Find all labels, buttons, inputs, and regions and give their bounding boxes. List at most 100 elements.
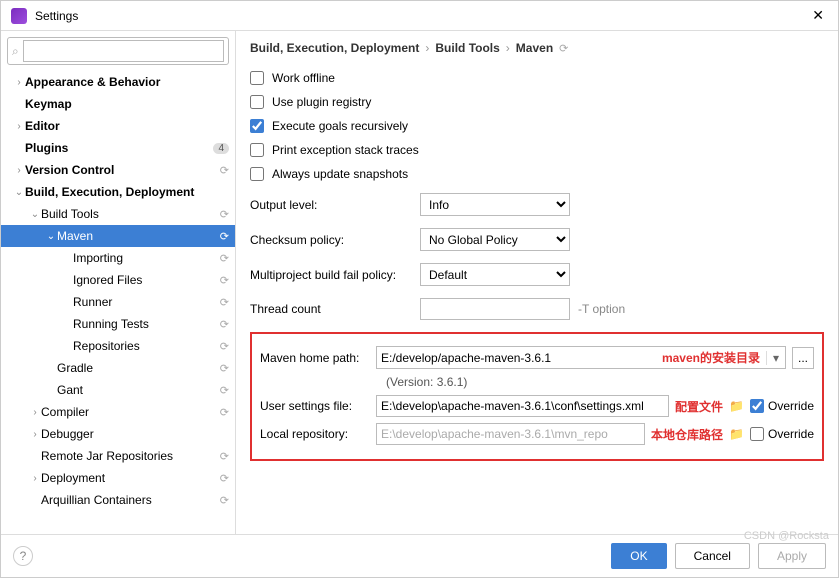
sidebar-item-label: Keymap [25,97,229,111]
sidebar-item-label: Importing [73,251,216,265]
plugin-registry-label: Use plugin registry [272,95,371,109]
apply-button[interactable]: Apply [758,543,826,569]
sidebar-item-label: Build, Execution, Deployment [25,185,229,199]
sidebar-item-label: Remote Jar Repositories [41,449,216,463]
multiproject-select[interactable]: Default [420,263,570,286]
repo-annotation: 本地仓库路径 [651,426,723,443]
maven-home-annotation: maven的安装目录 [662,349,766,366]
sidebar-item-label: Running Tests [73,317,216,331]
restart-icon: ⟳ [220,164,229,177]
sidebar-item-gradle[interactable]: Gradle⟳ [1,357,235,379]
print-stack-label: Print exception stack traces [272,143,419,157]
chevron-right-icon: › [506,41,510,55]
folder-icon[interactable]: 📁 [729,399,744,413]
maven-home-label: Maven home path: [260,351,370,365]
restart-icon: ⟳ [220,296,229,309]
crumb-1[interactable]: Build, Execution, Deployment [250,41,419,55]
checksum-label: Checksum policy: [250,233,420,247]
always-update-label: Always update snapshots [272,167,408,181]
output-level-select[interactable]: Info [420,193,570,216]
restart-icon: ⟳ [220,274,229,287]
settings-tree: ›Appearance & BehaviorKeymap›EditorPlugi… [1,71,235,534]
sidebar-item-runner[interactable]: Runner⟳ [1,291,235,313]
sidebar-item-maven[interactable]: ⌄Maven⟳ [1,225,235,247]
help-button[interactable]: ? [13,546,33,566]
thread-count-input[interactable] [420,298,570,320]
browse-home-button[interactable]: ... [792,347,814,369]
expander-icon[interactable]: ⌄ [45,231,57,242]
restart-icon: ⟳ [220,208,229,221]
sidebar-item-label: Compiler [41,405,216,419]
restart-icon: ⟳ [220,472,229,485]
restart-icon: ⟳ [220,252,229,265]
restart-icon: ⟳ [559,42,568,55]
execute-recursively-label: Execute goals recursively [272,119,408,133]
search-input[interactable] [23,40,224,62]
settings-annotation: 配置文件 [675,398,723,415]
sidebar-item-editor[interactable]: ›Editor [1,115,235,137]
sidebar-item-label: Deployment [41,471,216,485]
sidebar-item-keymap[interactable]: Keymap [1,93,235,115]
sidebar-item-debugger[interactable]: ›Debugger [1,423,235,445]
maven-home-combo[interactable]: maven的安装目录 ▾ [376,346,786,369]
sidebar-item-build-tools[interactable]: ⌄Build Tools⟳ [1,203,235,225]
sidebar-item-gant[interactable]: Gant ⟳ [1,379,235,401]
plugin-registry-checkbox[interactable] [250,95,264,109]
sidebar-item-compiler[interactable]: ›Compiler⟳ [1,401,235,423]
sidebar-item-plugins[interactable]: Plugins4 [1,137,235,159]
sidebar-item-arquillian-containers[interactable]: Arquillian Containers⟳ [1,489,235,511]
work-offline-checkbox[interactable] [250,71,264,85]
sidebar-item-label: Gant [57,383,216,397]
sidebar-item-label: Appearance & Behavior [25,75,229,89]
sidebar-item-ignored-files[interactable]: Ignored Files⟳ [1,269,235,291]
override-repo-checkbox[interactable] [750,427,764,441]
close-icon[interactable]: ✕ [808,7,828,24]
titlebar: Settings ✕ [1,1,838,31]
override-settings-checkbox[interactable] [750,399,764,413]
maven-paths-box: Maven home path: maven的安装目录 ▾ ... (Versi… [250,332,824,461]
sidebar-item-running-tests[interactable]: Running Tests⟳ [1,313,235,335]
sidebar-item-remote-jar-repositories[interactable]: Remote Jar Repositories⟳ [1,445,235,467]
execute-recursively-checkbox[interactable] [250,119,264,133]
sidebar-item-label: Repositories [73,339,216,353]
crumb-2[interactable]: Build Tools [435,41,499,55]
checksum-select[interactable]: No Global Policy [420,228,570,251]
sidebar-item-label: Debugger [41,427,229,441]
window-title: Settings [35,9,808,23]
expander-icon[interactable]: › [29,473,41,484]
restart-icon: ⟳ [220,362,229,375]
expander-icon[interactable]: › [13,121,25,132]
local-repo-input[interactable] [376,423,645,445]
sidebar-item-importing[interactable]: Importing ⟳ [1,247,235,269]
sidebar-item-build-execution-deployment[interactable]: ⌄Build, Execution, Deployment [1,181,235,203]
expander-icon[interactable]: › [29,407,41,418]
always-update-checkbox[interactable] [250,167,264,181]
breadcrumb: Build, Execution, Deployment › Build Too… [250,41,824,55]
expander-icon[interactable]: › [13,77,25,88]
sidebar-item-repositories[interactable]: Repositories ⟳ [1,335,235,357]
restart-icon: ⟳ [220,230,229,243]
chevron-down-icon[interactable]: ▾ [766,351,785,365]
folder-icon[interactable]: 📁 [729,427,744,441]
search-box[interactable]: ⌕ [7,37,229,65]
search-icon: ⌕ [12,44,19,59]
restart-icon: ⟳ [220,494,229,507]
chevron-right-icon: › [425,41,429,55]
override-label-2: Override [768,427,814,441]
ok-button[interactable]: OK [611,543,666,569]
thread-count-label: Thread count [250,302,420,316]
restart-icon: ⟳ [220,384,229,397]
sidebar-item-deployment[interactable]: ›Deployment ⟳ [1,467,235,489]
expander-icon[interactable]: ⌄ [29,209,41,220]
sidebar-item-version-control[interactable]: ›Version Control⟳ [1,159,235,181]
maven-home-input[interactable] [377,351,662,365]
expander-icon[interactable]: ⌄ [13,187,25,198]
expander-icon[interactable]: › [13,165,25,176]
sidebar-item-appearance-behavior[interactable]: ›Appearance & Behavior [1,71,235,93]
user-settings-input[interactable] [376,395,669,417]
maven-version: (Version: 3.6.1) [260,375,814,389]
cancel-button[interactable]: Cancel [675,543,750,569]
print-stack-checkbox[interactable] [250,143,264,157]
restart-icon: ⟳ [220,340,229,353]
expander-icon[interactable]: › [29,429,41,440]
